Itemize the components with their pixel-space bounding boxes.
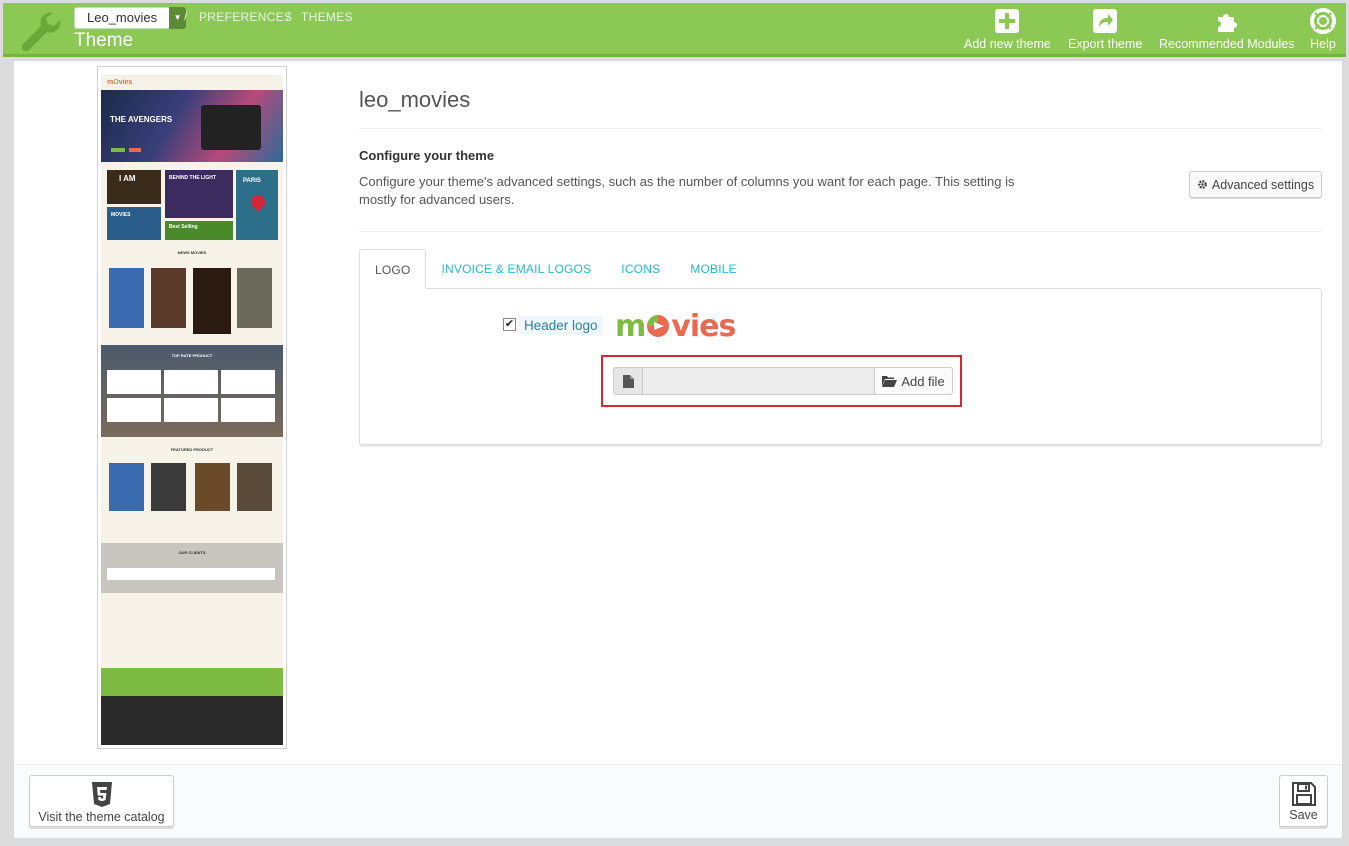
gear-icon xyxy=(1198,180,1207,189)
preview-section-1: NEWS MOVIES xyxy=(177,250,207,255)
logo-film-reel-icon xyxy=(647,315,670,337)
shop-selector[interactable]: Leo_movies ▼ xyxy=(74,7,187,29)
wrench-icon xyxy=(21,12,61,52)
floppy-disk-icon xyxy=(1291,782,1316,806)
advanced-settings-label: Advanced settings xyxy=(1211,177,1315,192)
add-new-theme-label: Add new theme xyxy=(964,37,1051,51)
configure-theme-title: Configure your theme xyxy=(359,148,495,163)
recommended-modules-button[interactable]: Recommended Modules xyxy=(1159,8,1295,51)
tab-icons[interactable]: ICONS xyxy=(606,249,675,289)
theme-config-panel: mOvies THE AVENGERS I AM BEHIND THE LIGH… xyxy=(13,60,1343,838)
file-icon xyxy=(622,374,634,388)
tab-logo[interactable]: LOGO xyxy=(359,249,427,289)
save-label: Save xyxy=(1289,808,1318,822)
preview-promo-3: PARIS xyxy=(243,178,261,184)
help-button[interactable]: Help xyxy=(1310,8,1336,51)
breadcrumb-preferences[interactable]: PREFERENCES xyxy=(199,10,292,24)
add-file-button[interactable]: Add file xyxy=(874,367,953,395)
preview-promo-2: BEHIND THE LIGHT xyxy=(169,175,216,181)
shop-selector-value: Leo_movies xyxy=(74,7,170,29)
recommended-modules-label: Recommended Modules xyxy=(1159,37,1295,51)
header-logo-label[interactable]: Header logo xyxy=(519,316,603,335)
logo-tabs: LOGO INVOICE & EMAIL LOGOS ICONS MOBILE xyxy=(359,249,752,289)
export-theme-label: Export theme xyxy=(1068,37,1143,51)
divider xyxy=(359,231,1322,232)
preview-promo-1: I AM xyxy=(119,174,136,183)
theme-preview-image: mOvies THE AVENGERS I AM BEHIND THE LIGH… xyxy=(101,70,283,745)
file-icon-box xyxy=(613,367,643,395)
add-file-label: Add file xyxy=(901,373,945,389)
breadcrumb-separator: / xyxy=(287,9,291,23)
top-header: Leo_movies ▼ / PREFERENCES / THEMES Them… xyxy=(3,3,1346,57)
preview-promo-4: MOVIES xyxy=(111,212,131,218)
tab-invoice-email-logos[interactable]: INVOICE & EMAIL LOGOS xyxy=(426,249,606,289)
visit-theme-catalog-label: Visit the theme catalog xyxy=(38,810,165,824)
share-icon xyxy=(1093,9,1118,33)
theme-preview-thumbnail: mOvies THE AVENGERS I AM BEHIND THE LIGH… xyxy=(97,66,287,749)
header-logo-preview: m vies xyxy=(615,309,736,344)
add-new-theme-button[interactable]: Add new theme xyxy=(964,8,1051,51)
page-title: Theme xyxy=(74,30,134,51)
logo-letters-vies: vies xyxy=(671,309,736,344)
breadcrumb-separator: / xyxy=(184,9,188,23)
folder-open-icon xyxy=(882,376,898,387)
puzzle-icon xyxy=(1217,14,1237,32)
configure-theme-description: Configure your theme's advanced settings… xyxy=(359,174,1015,207)
breadcrumb-themes[interactable]: THEMES xyxy=(301,10,353,24)
theme-name-heading: leo_movies xyxy=(359,87,471,112)
header-logo-checkbox[interactable]: ✔ xyxy=(503,318,516,331)
advanced-settings-button[interactable]: Advanced settings xyxy=(1189,171,1322,198)
tab-mobile[interactable]: MOBILE xyxy=(675,249,752,289)
html5-icon xyxy=(91,782,112,807)
plus-square-icon xyxy=(995,9,1020,33)
preview-section-2: TOP RATE PRODUCT xyxy=(171,353,213,358)
preview-hero-title: THE AVENGERS xyxy=(110,115,173,124)
help-label: Help xyxy=(1310,37,1336,51)
panel-footer: Visit the theme catalog Save xyxy=(14,764,1342,838)
lifebuoy-icon xyxy=(1310,8,1336,34)
preview-section-3: FEATURED PRODUCT xyxy=(170,447,214,452)
export-theme-button[interactable]: Export theme xyxy=(1068,8,1142,51)
logo-letter-m: m xyxy=(615,309,646,344)
divider xyxy=(359,128,1322,129)
logo-file-input[interactable] xyxy=(643,367,876,395)
preview-section-4: OUR CLIENTS xyxy=(178,550,206,555)
save-button[interactable]: Save xyxy=(1279,775,1328,827)
logo-upload-highlight: Add file xyxy=(601,355,962,407)
visit-theme-catalog-button[interactable]: Visit the theme catalog xyxy=(29,775,174,827)
preview-promo-5: Best Selling xyxy=(169,224,198,230)
